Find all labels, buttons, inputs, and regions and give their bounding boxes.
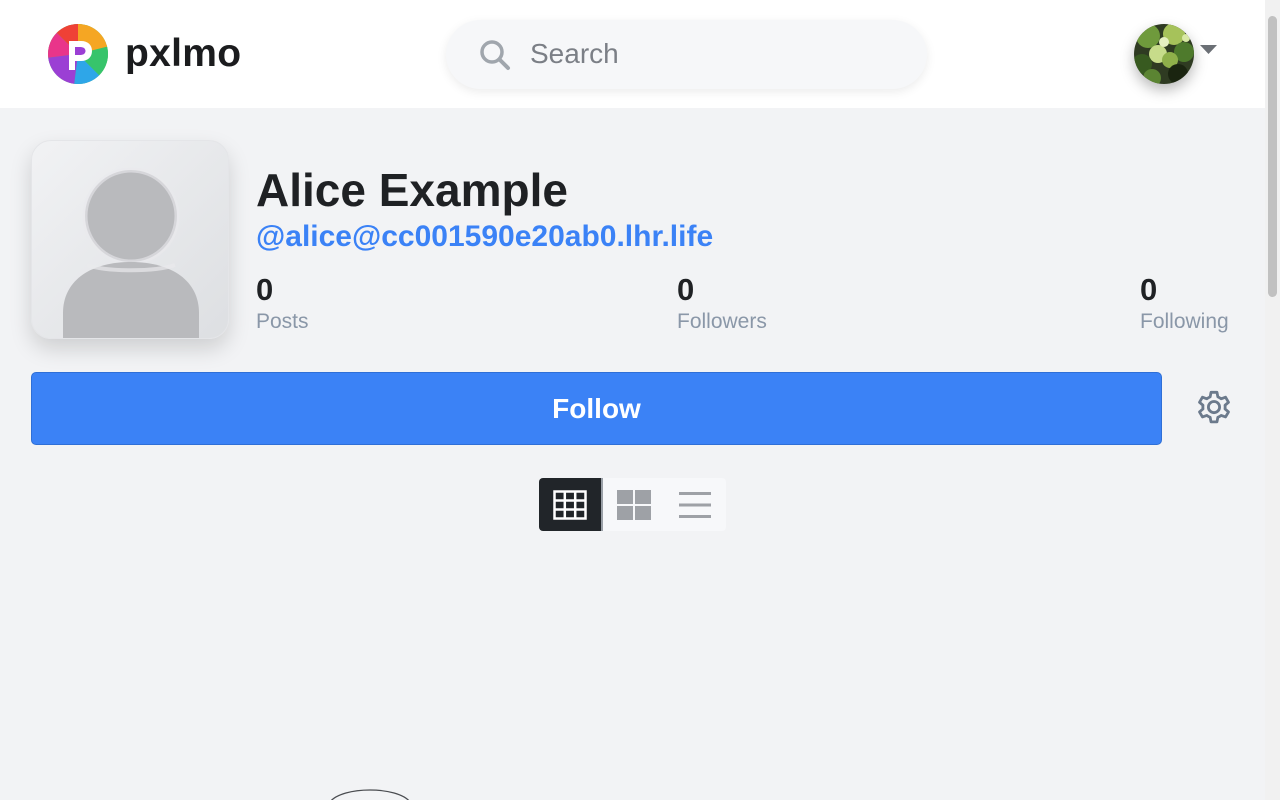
stat-followers-count: 0 [677, 272, 695, 307]
gear-icon [1198, 390, 1230, 424]
follow-button[interactable]: Follow [31, 372, 1162, 445]
stat-followers[interactable]: 0 Followers [677, 272, 767, 335]
grid-3x3-icon [553, 489, 587, 520]
page-scrollbar[interactable] [1265, 0, 1280, 800]
profile-settings-button[interactable] [1193, 386, 1235, 428]
search-input[interactable] [530, 34, 890, 74]
profile-name: Alice Example [256, 164, 568, 216]
search-icon [480, 40, 510, 70]
top-navbar: pxlmo [0, 0, 1265, 108]
user-avatar[interactable] [1134, 24, 1194, 84]
search-bar [446, 20, 927, 89]
stat-following[interactable]: 0 Following [1140, 272, 1229, 335]
brand-name[interactable]: pxlmo [125, 32, 241, 76]
stat-posts-label: Posts [256, 310, 309, 333]
chevron-down-icon[interactable] [1200, 45, 1217, 55]
stat-following-label: Following [1140, 310, 1229, 333]
profile-avatar [31, 140, 229, 339]
view-mode-switcher [539, 478, 726, 531]
stat-posts[interactable]: 0 Posts [256, 272, 309, 335]
list-icon [679, 491, 712, 518]
view-grid-2x2-button[interactable] [603, 478, 665, 531]
profile-handle[interactable]: @alice@cc001590e20ab0.lhr.life [256, 219, 713, 255]
scrollbar-thumb[interactable] [1268, 16, 1277, 297]
loading-spinner-icon [331, 789, 409, 800]
view-list-button[interactable] [664, 478, 726, 531]
stat-posts-count: 0 [256, 272, 274, 307]
view-grid-3x3-button[interactable] [539, 478, 603, 531]
stat-followers-label: Followers [677, 310, 767, 333]
grid-2x2-icon [616, 489, 651, 520]
pxlmo-logo-icon[interactable] [48, 24, 108, 84]
stat-following-count: 0 [1140, 272, 1158, 307]
